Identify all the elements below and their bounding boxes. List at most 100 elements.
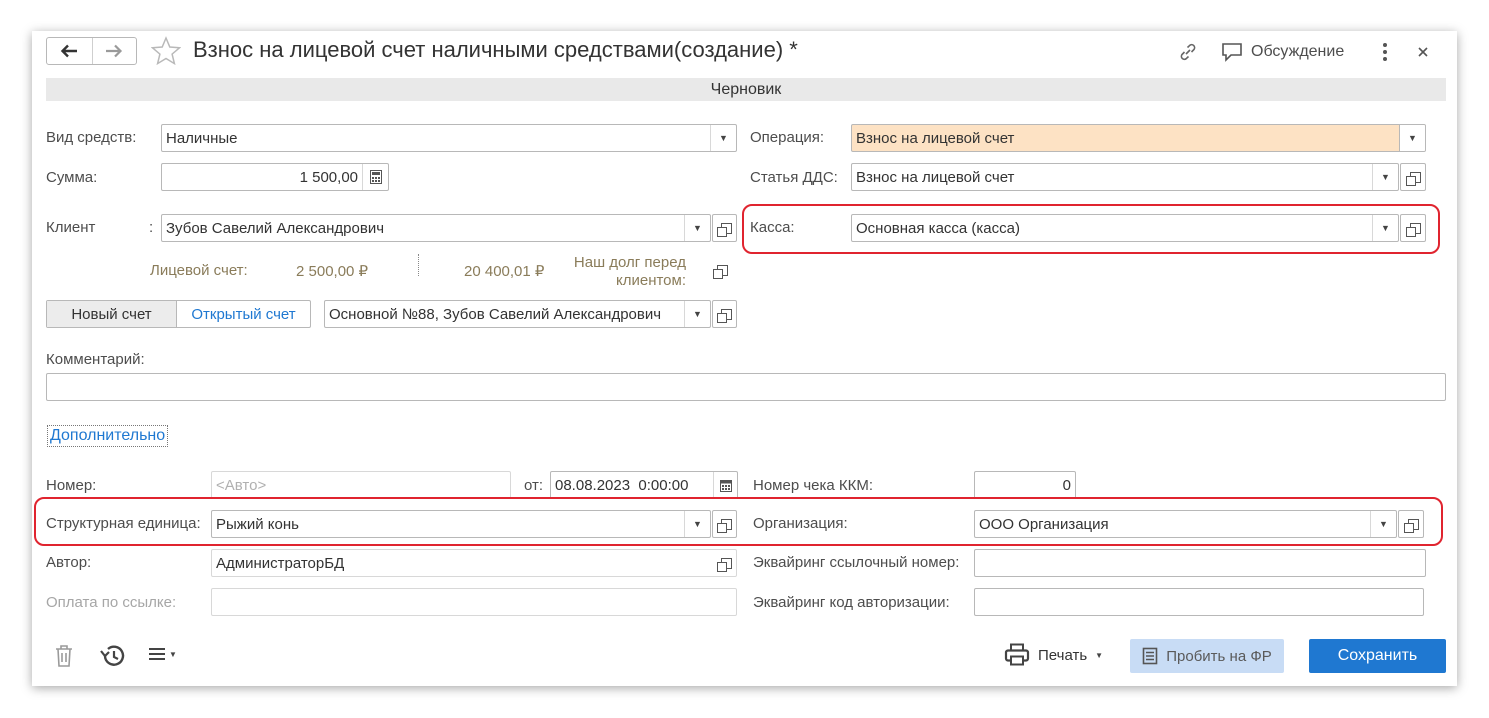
client-colon: : <box>149 219 154 236</box>
arrow-right-icon <box>106 44 123 58</box>
open-icon <box>717 222 732 237</box>
open-account-button[interactable]: Открытый счет <box>177 301 310 327</box>
trash-icon[interactable] <box>53 644 75 668</box>
favorite-star-icon[interactable] <box>151 36 181 66</box>
menu-button[interactable]: ▼ <box>148 646 177 662</box>
additional-group-link[interactable]: Дополнительно <box>47 425 169 447</box>
save-label: Сохранить <box>1337 647 1418 664</box>
chevron-down-icon: ▼ <box>1381 172 1390 182</box>
open-icon <box>1405 171 1421 186</box>
discussion-label: Обсуждение <box>1251 43 1345 60</box>
calculator-icon <box>369 170 382 184</box>
chevron-down-icon: ▼ <box>1408 133 1417 143</box>
status-bar: Черновик <box>46 78 1446 101</box>
dropdown-button[interactable]: ▼ <box>1372 215 1398 241</box>
dropdown-button[interactable]: ▼ <box>1372 164 1398 190</box>
debt-amount: 20 400,01 ₽ <box>464 263 545 280</box>
ot-label: от: <box>524 477 544 494</box>
vid-sredstv-value: Наличные <box>166 129 238 147</box>
nomer-field[interactable]: <Авто> <box>211 471 511 499</box>
ekv-ref-field[interactable] <box>974 549 1426 577</box>
comment-field[interactable] <box>46 373 1446 401</box>
document-window: Взнос на лицевой счет наличными средства… <box>32 31 1457 686</box>
print-button[interactable]: Печать ▼ <box>1004 641 1103 669</box>
client-label: Клиент <box>46 219 96 236</box>
fr-label: Пробить на ФР <box>1166 647 1272 665</box>
link-icon[interactable] <box>1177 41 1199 63</box>
ekv-auth-label: Эквайринг код авторизации: <box>753 594 950 611</box>
summa-value: 1 500,00 <box>299 168 358 186</box>
chevron-down-icon: ▼ <box>719 133 728 143</box>
operation-value: Взнос на лицевой счет <box>856 129 1015 147</box>
operation-field[interactable]: Взнос на лицевой счет ▼ <box>851 124 1426 152</box>
nomer-cheka-field[interactable]: 0 <box>974 471 1076 499</box>
account-field[interactable]: Основной №88, Зубов Савелий Александрови… <box>324 300 711 328</box>
account-value: Основной №88, Зубов Савелий Александрови… <box>329 305 662 323</box>
more-menu-icon[interactable] <box>1379 42 1391 62</box>
vid-sredstv-field[interactable]: Наличные ▼ <box>161 124 737 152</box>
history-icon[interactable] <box>99 643 127 669</box>
discussion-button[interactable]: Обсуждение <box>1221 40 1344 64</box>
save-button[interactable]: Сохранить <box>1309 639 1446 673</box>
summa-field[interactable]: 1 500,00 <box>161 163 389 191</box>
org-label: Организация: <box>753 515 848 532</box>
struct-field[interactable]: Рыжий конь ▼ <box>211 510 711 538</box>
kassa-value: Основная касса (касса) <box>856 219 1020 237</box>
debt-label-line1: Наш долг перед <box>573 254 686 271</box>
org-value: ООО Организация <box>979 515 1109 533</box>
open-icon <box>712 264 728 279</box>
dropdown-button[interactable]: ▼ <box>1399 125 1425 151</box>
calendar-icon <box>719 479 732 492</box>
nomer-placeholder: <Авто> <box>216 476 267 494</box>
nomer-cheka-value: 0 <box>1062 476 1071 494</box>
org-field[interactable]: ООО Организация ▼ <box>974 510 1397 538</box>
open-icon <box>1403 518 1419 533</box>
page-title: Взнос на лицевой счет наличными средства… <box>193 37 798 62</box>
dropdown-button[interactable]: ▼ <box>684 215 710 241</box>
comment-label: Комментарий: <box>46 351 145 368</box>
nomer-label: Номер: <box>46 477 97 494</box>
kassa-field[interactable]: Основная касса (касса) ▼ <box>851 214 1399 242</box>
arrow-left-icon <box>61 44 78 58</box>
open-icon <box>717 308 732 323</box>
ekv-auth-field[interactable] <box>974 588 1424 616</box>
date-field[interactable]: 08.08.2023 0:00:00 <box>550 471 738 499</box>
client-field[interactable]: Зубов Савелий Александрович ▼ <box>161 214 711 242</box>
account-type-toggle: Новый счет Открытый счет <box>46 300 311 328</box>
struct-open-button[interactable] <box>712 510 737 538</box>
statya-field[interactable]: Взнос на лицевой счет ▼ <box>851 163 1399 191</box>
chevron-down-icon: ▼ <box>1095 650 1104 660</box>
client-open-button[interactable] <box>712 214 737 242</box>
dropdown-button[interactable]: ▼ <box>684 301 710 327</box>
statya-open-button[interactable] <box>1400 163 1426 191</box>
kassa-open-button[interactable] <box>1400 214 1426 242</box>
avtor-value: АдминистраторБД <box>216 554 345 572</box>
avtor-field[interactable]: АдминистраторБД <box>211 549 737 577</box>
receipt-icon <box>1142 647 1158 665</box>
account-open-button[interactable] <box>712 300 737 328</box>
oplata-field[interactable] <box>211 588 737 616</box>
back-button[interactable] <box>47 38 93 64</box>
oplata-label: Оплата по ссылке: <box>46 594 177 611</box>
statya-label: Статья ДДС: <box>750 169 838 186</box>
fr-button[interactable]: Пробить на ФР <box>1130 639 1284 673</box>
nomer-cheka-label: Номер чека ККМ: <box>753 477 874 494</box>
calendar-button[interactable] <box>713 472 737 498</box>
open-icon <box>716 557 732 572</box>
dropdown-button[interactable]: ▼ <box>710 125 736 151</box>
avtor-open-button[interactable] <box>712 550 736 576</box>
close-icon[interactable] <box>1417 46 1429 58</box>
new-account-button[interactable]: Новый счет <box>47 301 177 327</box>
avtor-label: Автор: <box>46 554 92 571</box>
calculator-button[interactable] <box>362 164 388 190</box>
dropdown-button[interactable]: ▼ <box>684 511 710 537</box>
dropdown-button[interactable]: ▼ <box>1370 511 1396 537</box>
client-value: Зубов Савелий Александрович <box>166 219 385 237</box>
debt-open-button[interactable] <box>708 256 732 284</box>
forward-button[interactable] <box>93 38 137 64</box>
org-open-button[interactable] <box>1398 510 1424 538</box>
vid-sredstv-label: Вид средств: <box>46 129 137 146</box>
chevron-down-icon: ▼ <box>1379 519 1388 529</box>
additional-label: Дополнительно <box>50 427 166 444</box>
struct-value: Рыжий конь <box>216 515 299 533</box>
